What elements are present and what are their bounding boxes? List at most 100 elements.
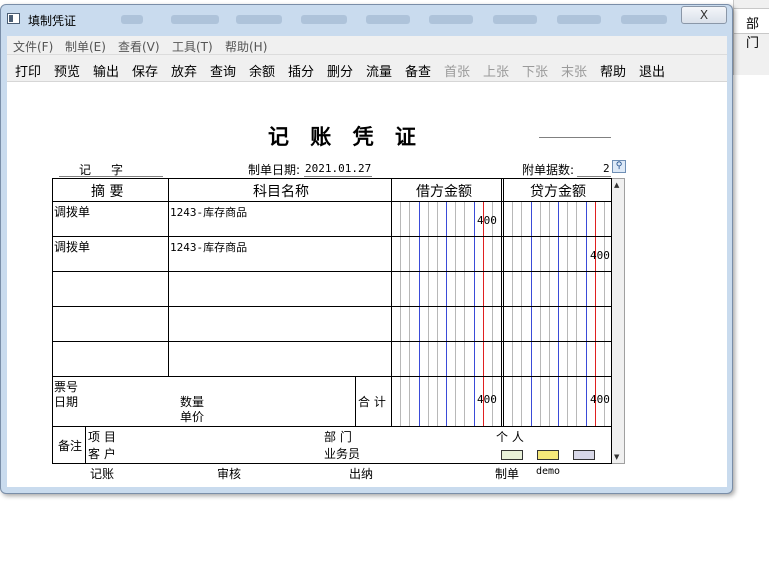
row2-account[interactable]: 1243-库存商品 [170, 239, 247, 255]
digit-line [576, 201, 577, 426]
total-label: 合 计 [358, 395, 386, 409]
unit-price-label: 单价 [180, 410, 205, 424]
blurred-tab [621, 15, 667, 24]
maker-name: demo [536, 466, 561, 477]
exit-button[interactable]: 退出 [639, 61, 665, 80]
voucher-title: 记 账 凭 证 [268, 124, 423, 149]
row1-debit[interactable]: 400 [477, 214, 497, 227]
attach-value[interactable]: 2 [603, 162, 610, 175]
query-button[interactable]: 查询 [210, 61, 236, 80]
digit-line [446, 201, 447, 426]
salesman-label: 业务员 [324, 447, 361, 461]
digit-line [455, 201, 456, 426]
save-button[interactable]: 保存 [132, 61, 158, 80]
voucher-grid: 摘 要 科目名称 借方金额 贷方金额 调拨单 1243-库存商品 400 调拨单… [52, 178, 612, 464]
row1-summary[interactable]: 调拨单 [54, 203, 90, 220]
print-button[interactable]: 打印 [15, 61, 41, 80]
blurred-tab [171, 15, 219, 24]
last-button[interactable]: 末张 [561, 61, 587, 80]
digit-line [558, 201, 559, 426]
header-credit: 贷方金额 [530, 184, 586, 200]
export-button[interactable]: 输出 [93, 61, 119, 80]
col-line-summary [168, 179, 169, 376]
blurred-tab [236, 15, 282, 24]
customer-label: 客 户 [88, 447, 116, 461]
date-value[interactable]: 2021.01.27 [305, 162, 371, 175]
row1-account[interactable]: 1243-库存商品 [170, 204, 247, 220]
footer-date-label: 日期 [54, 395, 79, 409]
cashier-label: 出纳 [349, 467, 374, 481]
blurred-tab [301, 15, 347, 24]
window-title: 填制凭证 [28, 14, 77, 28]
menu-help[interactable]: 帮助(H) [225, 38, 267, 55]
voucher-window: 填制凭证 X 文件(F) 制单(E) 查看(V) 工具(T) 帮助(H) 打印 … [0, 4, 733, 494]
insert-entry-button[interactable]: 插分 [288, 61, 314, 80]
digit-line [464, 201, 465, 426]
delete-entry-button[interactable]: 删分 [327, 61, 353, 80]
blurred-tab [121, 15, 143, 24]
help-button[interactable]: 帮助 [600, 61, 626, 80]
title-bar[interactable]: 填制凭证 X [1, 5, 732, 35]
menu-bar: 文件(F) 制单(E) 查看(V) 工具(T) 帮助(H) [7, 36, 727, 55]
discard-button[interactable]: 放弃 [171, 61, 197, 80]
next-button[interactable]: 下张 [522, 61, 548, 80]
digit-line [409, 201, 410, 426]
prev-button[interactable]: 上张 [483, 61, 509, 80]
row-line [53, 236, 611, 237]
blurred-tab [429, 15, 473, 24]
col-line-total [355, 376, 356, 426]
date-label: 制单日期: [248, 163, 301, 177]
app-icon [7, 13, 20, 24]
total-debit: 400 [477, 393, 497, 406]
digit-line [428, 201, 429, 426]
menu-tools[interactable]: 工具(T) [172, 38, 213, 55]
header-summary: 摘 要 [91, 184, 124, 200]
attach-underline [577, 176, 611, 177]
close-button[interactable]: X [681, 6, 727, 24]
cashflow-button[interactable]: 流量 [366, 61, 392, 80]
balance-button[interactable]: 余额 [249, 61, 275, 80]
memo-button[interactable]: 备查 [405, 61, 431, 80]
menu-view[interactable]: 查看(V) [118, 38, 160, 55]
header-account: 科目名称 [253, 184, 309, 200]
blurred-tab [366, 15, 410, 24]
remarks-label: 备注 [58, 439, 83, 453]
row2-summary[interactable]: 调拨单 [54, 238, 90, 255]
header-row-line [53, 201, 611, 202]
total-credit: 400 [590, 393, 610, 406]
preview-button[interactable]: 预览 [54, 61, 80, 80]
pencil-icon[interactable] [573, 450, 595, 460]
scroll-down-icon[interactable]: ▼ [614, 453, 619, 461]
digit-line [437, 201, 438, 426]
col-line-debit2 [503, 179, 504, 426]
digit-line [549, 201, 550, 426]
col-line-remarks [85, 426, 86, 463]
row-line [53, 306, 611, 307]
col-line-account [391, 179, 392, 426]
reviewer-label: 审核 [217, 467, 242, 481]
first-button[interactable]: 首张 [444, 61, 470, 80]
voucher-no-underline [59, 176, 163, 177]
digit-line [419, 201, 420, 426]
row-line [53, 271, 611, 272]
title-line [539, 137, 611, 138]
search-icon[interactable]: ⚲ [612, 160, 626, 173]
col-line-debit [501, 179, 502, 426]
scroll-up-icon[interactable]: ▲ [614, 181, 619, 189]
row-line [53, 376, 611, 377]
row-line [53, 341, 611, 342]
note-icon[interactable] [501, 450, 523, 460]
header-debit: 借方金额 [416, 184, 472, 200]
right-pane-header: 部门 [734, 8, 769, 51]
toolbar: 打印 预览 输出 保存 放弃 查询 余额 插分 删分 流量 备查 首张 上张 下… [7, 55, 727, 82]
menu-make[interactable]: 制单(E) [65, 38, 106, 55]
bookkeeper-label: 记账 [90, 467, 115, 481]
vertical-scrollbar[interactable]: ▲ ▼ [612, 178, 625, 464]
menu-file[interactable]: 文件(F) [13, 38, 53, 55]
digit-line [531, 201, 532, 426]
department-label: 部 门 [324, 430, 352, 444]
background-right-pane: 部门 [733, 0, 769, 75]
blurred-tab [557, 15, 601, 24]
row2-credit[interactable]: 400 [590, 249, 610, 262]
card-icon[interactable] [537, 450, 559, 460]
